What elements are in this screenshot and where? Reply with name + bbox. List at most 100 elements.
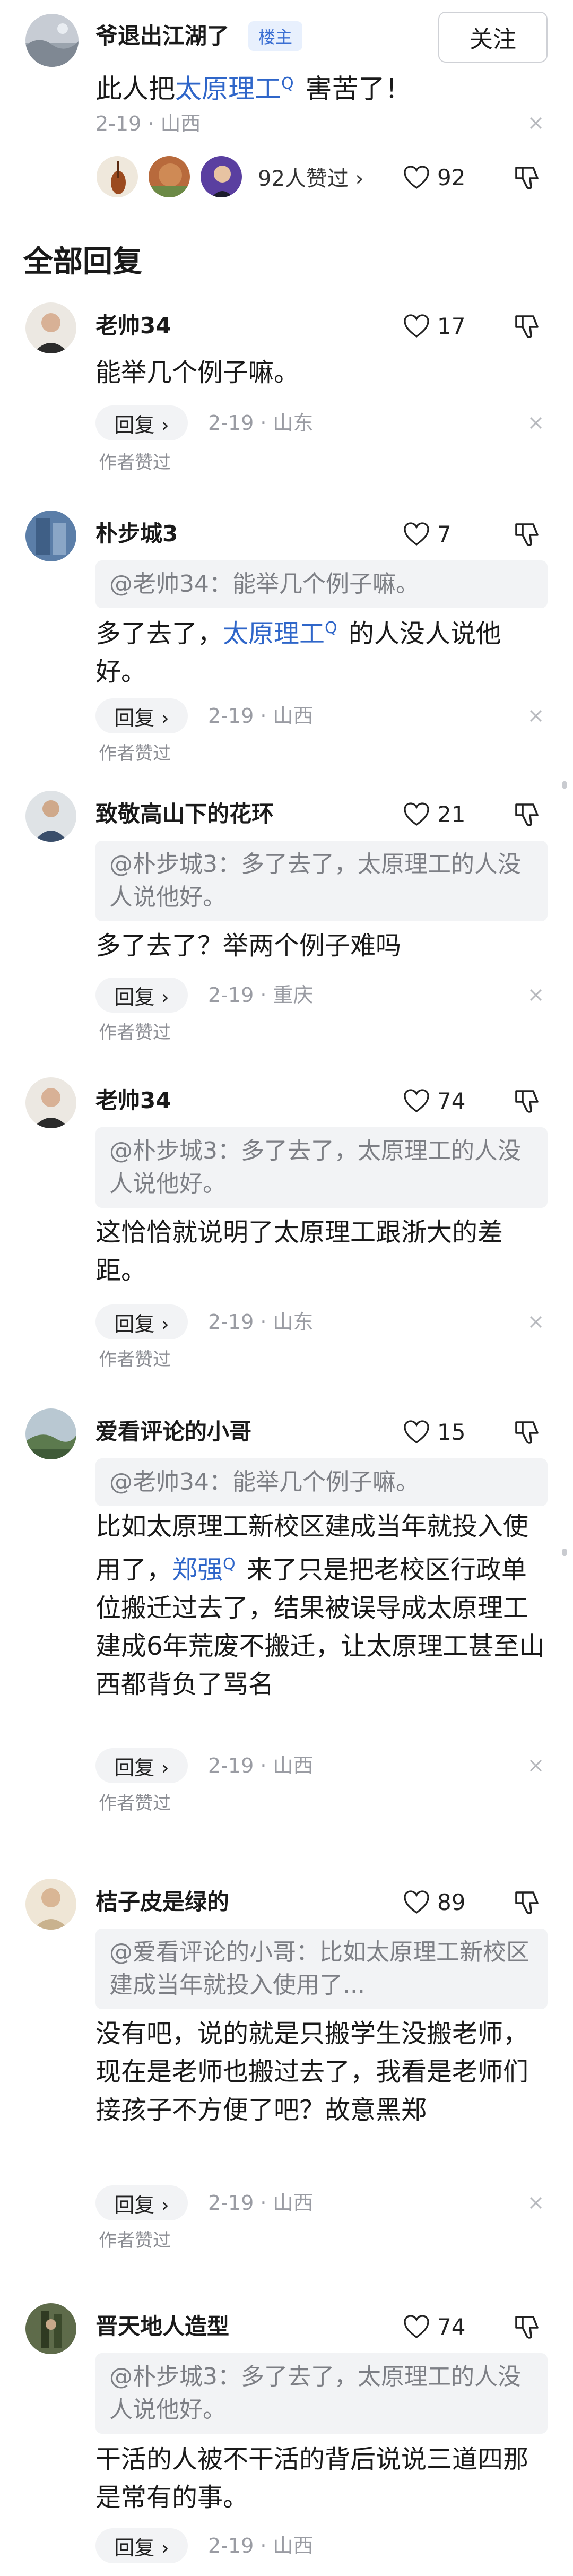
post-author-name[interactable]: 爷退出江湖了 [96,20,229,52]
reply-button[interactable]: 回复 › [96,978,188,1013]
comment-item: 桔子皮是绿的 89 @爱看评论的小哥：比如太原理工新校区建成当年就投入使用了..… [0,1879,573,2271]
like-button[interactable]: 21 [403,798,465,830]
dislike-button[interactable] [512,2312,542,2341]
avatar[interactable] [25,2303,76,2354]
liker-avatar [96,155,139,198]
like-count: 74 [437,1087,466,1114]
comment-text: 多了去了？举两个例子难吗 [96,931,402,961]
comment-username[interactable]: 老帅34 [96,1085,171,1117]
avatar[interactable] [25,1077,76,1128]
close-icon[interactable] [525,1311,546,1333]
comment-username[interactable]: 老帅34 [96,310,171,342]
comment-text: 能举几个例子嘛。 [96,358,300,387]
comment-text: 比如太原理工新校区建成当年就投入使用了，郑强Q 来了只是把老校区行政单位搬迁过去… [96,1507,552,1704]
comment-username[interactable]: 朴步城3 [96,518,178,550]
quoted-reply[interactable]: @朴步城3：多了去了，太原理工的人没人说他好。 [96,2353,548,2434]
close-icon[interactable] [525,412,546,434]
avatar[interactable] [25,302,76,353]
avatar[interactable] [25,791,76,842]
heart-icon [404,1420,429,1443]
keyword-link[interactable]: 太原理工 [175,74,281,105]
author-liked-tag: 作者赞过 [99,1793,171,1814]
like-button[interactable]: 92 [403,161,465,193]
comment-text: 没有吧，说的就是只搬学生没搬老师，现在是老师也搬过去了，我看是老师们接孩子不方便… [96,2019,529,2125]
like-button[interactable]: 74 [403,1085,465,1117]
like-button[interactable]: 17 [403,310,465,342]
heart-icon [404,166,429,189]
thumbs-down-icon [515,315,539,338]
close-icon[interactable] [525,984,546,1006]
like-button[interactable]: 74 [403,2311,465,2342]
original-post: 爷退出江湖了 楼主 关注 此人把太原理工Q 害苦了！ 2-19 · 山西 92人… [0,0,573,228]
like-count: 92 [437,164,466,191]
post-time-location: 2-19 · 山西 [96,112,201,135]
search-icon: Q [223,1555,236,1574]
quoted-reply[interactable]: @爱看评论的小哥：比如太原理工新校区建成当年就投入使用了... [96,1929,548,2009]
comment-meta: 2-19 · 山西 [208,704,314,728]
quoted-reply[interactable]: @老帅34：能举几个例子嘛。 [96,560,548,608]
comment-text-before: 多了去了， [96,619,223,649]
comment-username[interactable]: 爱看评论的小哥 [96,1416,251,1448]
search-icon: Q [325,619,337,637]
likers-row[interactable]: 92人赞过 › [96,155,364,198]
close-icon[interactable] [525,705,546,727]
close-icon[interactable] [525,113,546,134]
dislike-button[interactable] [512,1086,542,1116]
quoted-reply[interactable]: @老帅34：能举几个例子嘛。 [96,1458,548,1506]
comment-meta: 2-19 · 山西 [208,2534,314,2557]
like-count: 17 [437,313,466,339]
comment-item: 老帅34 74 @朴步城3：多了去了，太原理工的人没人说他好。 这恰恰就说明了太… [0,1077,573,1396]
dislike-button[interactable] [512,519,542,549]
post-text: 此人把太原理工Q 害苦了！ [96,65,552,108]
heart-icon [404,1890,429,1914]
scrollbar-marker [562,1549,567,1556]
like-button[interactable]: 89 [403,1886,465,1918]
dislike-button[interactable] [512,162,542,192]
avatar[interactable] [25,14,79,67]
like-button[interactable]: 15 [403,1416,465,1448]
section-title: 全部回复 [23,245,142,279]
dislike-button[interactable] [512,1887,542,1917]
avatar[interactable] [25,1879,76,1930]
keyword-link[interactable]: 郑强 [172,1555,223,1585]
avatar[interactable] [25,1408,76,1459]
like-count: 89 [437,1889,466,1915]
author-liked-tag: 作者赞过 [99,452,171,473]
dislike-button[interactable] [512,1417,542,1447]
liker-avatar [199,155,243,198]
like-button[interactable]: 7 [403,518,452,550]
keyword-link[interactable]: 太原理工 [223,619,325,649]
quoted-reply[interactable]: @朴步城3：多了去了，太原理工的人没人说他好。 [96,841,548,921]
liker-avatar [147,155,191,198]
avatar[interactable] [25,511,76,561]
post-text-after: 害苦了！ [297,73,412,105]
follow-button[interactable]: 关注 [438,12,548,63]
author-liked-tag: 作者赞过 [99,1349,171,1370]
dislike-button[interactable] [512,311,542,341]
comment-text: 多了去了，太原理工Q 的人没人说他好。 [96,609,552,691]
post-text-before: 此人把 [96,73,175,105]
dislike-button[interactable] [512,799,542,829]
reply-button[interactable]: 回复 › [96,1748,188,1783]
reply-button[interactable]: 回复 › [96,1304,188,1339]
close-icon[interactable] [525,2192,546,2214]
comment-item: 致敬高山下的花环 21 @朴步城3：多了去了，太原理工的人没人说他好。 多了去了… [0,791,573,1067]
quoted-reply[interactable]: @朴步城3：多了去了，太原理工的人没人说他好。 [96,1127,548,1208]
reply-button[interactable]: 回复 › [96,2528,188,2563]
thumbs-down-icon [515,167,539,189]
comment-username[interactable]: 致敬高山下的花环 [96,798,274,830]
reply-button[interactable]: 回复 › [96,698,188,733]
comment-username[interactable]: 晋天地人造型 [96,2311,229,2342]
scrollbar-marker [562,781,567,789]
comment-meta: 2-19 · 山东 [208,411,314,435]
comment-username[interactable]: 桔子皮是绿的 [96,1886,229,1918]
reply-button[interactable]: 回复 › [96,2185,188,2220]
comment-meta: 2-19 · 重庆 [208,983,314,1007]
like-count: 74 [437,2313,466,2340]
reply-button[interactable]: 回复 › [96,405,188,440]
comment-meta: 2-19 · 山西 [208,1754,314,1777]
thumbs-down-icon [515,1421,539,1444]
op-badge: 楼主 [248,21,302,51]
close-icon[interactable] [525,1755,546,1776]
likers-count-link[interactable]: 92人赞过 › [258,161,364,192]
